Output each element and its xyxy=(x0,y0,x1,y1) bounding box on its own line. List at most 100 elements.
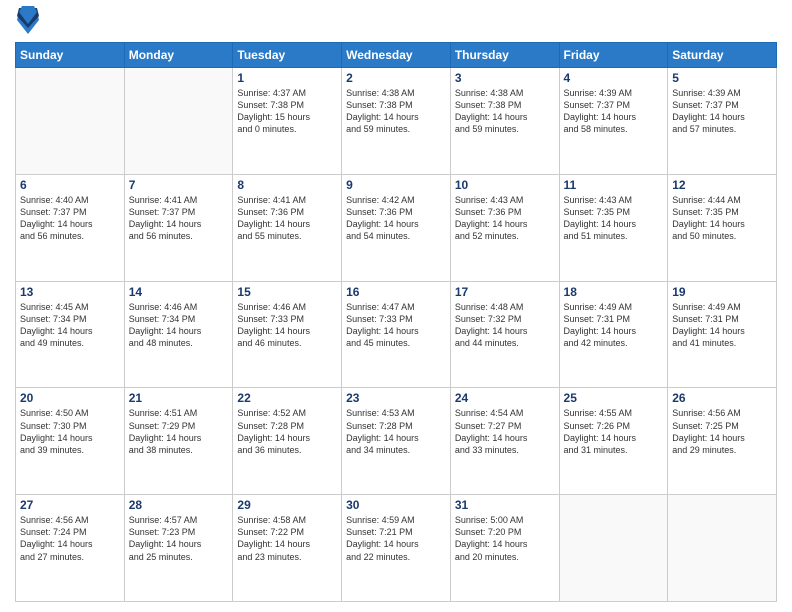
cell-text: Sunrise: 4:44 AM Sunset: 7:35 PM Dayligh… xyxy=(672,194,772,243)
week-row: 13 Sunrise: 4:45 AM Sunset: 7:34 PM Dayli… xyxy=(16,281,777,388)
calendar-cell: 25 Sunrise: 4:55 AM Sunset: 7:26 PM Dayli… xyxy=(559,388,668,495)
cell-text: Sunrise: 5:00 AM Sunset: 7:20 PM Dayligh… xyxy=(455,514,555,563)
cell-text: Sunrise: 4:45 AM Sunset: 7:34 PM Dayligh… xyxy=(20,301,120,350)
day-number: 16 xyxy=(346,285,446,299)
day-number: 12 xyxy=(672,178,772,192)
cell-text: Sunrise: 4:42 AM Sunset: 7:36 PM Dayligh… xyxy=(346,194,446,243)
weekday-header: Saturday xyxy=(668,43,777,68)
cell-text: Sunrise: 4:39 AM Sunset: 7:37 PM Dayligh… xyxy=(564,87,664,136)
day-number: 25 xyxy=(564,391,664,405)
cell-text: Sunrise: 4:58 AM Sunset: 7:22 PM Dayligh… xyxy=(237,514,337,563)
day-number: 15 xyxy=(237,285,337,299)
cell-text: Sunrise: 4:55 AM Sunset: 7:26 PM Dayligh… xyxy=(564,407,664,456)
day-number: 31 xyxy=(455,498,555,512)
day-number: 19 xyxy=(672,285,772,299)
cell-text: Sunrise: 4:48 AM Sunset: 7:32 PM Dayligh… xyxy=(455,301,555,350)
day-number: 30 xyxy=(346,498,446,512)
cell-text: Sunrise: 4:56 AM Sunset: 7:25 PM Dayligh… xyxy=(672,407,772,456)
calendar-cell: 18Sunrise: 4:49 AM Sunset: 7:31 PM Dayli… xyxy=(559,281,668,388)
calendar-cell: 24 Sunrise: 4:54 AM Sunset: 7:27 PM Dayli… xyxy=(450,388,559,495)
weekday-header: Wednesday xyxy=(342,43,451,68)
calendar-cell: 9 Sunrise: 4:42 AM Sunset: 7:36 PM Daylig… xyxy=(342,174,451,281)
cell-text: Sunrise: 4:41 AM Sunset: 7:36 PM Dayligh… xyxy=(237,194,337,243)
calendar-cell: 23 Sunrise: 4:53 AM Sunset: 7:28 PM Dayli… xyxy=(342,388,451,495)
day-number: 13 xyxy=(20,285,120,299)
day-number: 18 xyxy=(564,285,664,299)
calendar-cell: 19 Sunrise: 4:49 AM Sunset: 7:31 PM Dayli… xyxy=(668,281,777,388)
week-row: 6 Sunrise: 4:40 AM Sunset: 7:37 PM Daylig… xyxy=(16,174,777,281)
calendar-cell: 11Sunrise: 4:43 AM Sunset: 7:35 PM Dayli… xyxy=(559,174,668,281)
calendar-cell: 22Sunrise: 4:52 AM Sunset: 7:28 PM Dayli… xyxy=(233,388,342,495)
weekday-header: Tuesday xyxy=(233,43,342,68)
day-number: 4 xyxy=(564,71,664,85)
calendar-cell xyxy=(16,68,125,175)
calendar-cell: 27 Sunrise: 4:56 AM Sunset: 7:24 PM Dayli… xyxy=(16,495,125,602)
cell-text: Sunrise: 4:46 AM Sunset: 7:33 PM Dayligh… xyxy=(237,301,337,350)
cell-text: Sunrise: 4:54 AM Sunset: 7:27 PM Dayligh… xyxy=(455,407,555,456)
calendar-cell xyxy=(559,495,668,602)
calendar-cell: 13 Sunrise: 4:45 AM Sunset: 7:34 PM Dayli… xyxy=(16,281,125,388)
calendar-cell: 8Sunrise: 4:41 AM Sunset: 7:36 PM Daylig… xyxy=(233,174,342,281)
day-number: 23 xyxy=(346,391,446,405)
day-number: 26 xyxy=(672,391,772,405)
day-number: 2 xyxy=(346,71,446,85)
day-number: 24 xyxy=(455,391,555,405)
day-number: 21 xyxy=(129,391,229,405)
day-number: 17 xyxy=(455,285,555,299)
cell-text: Sunrise: 4:43 AM Sunset: 7:36 PM Dayligh… xyxy=(455,194,555,243)
cell-text: Sunrise: 4:56 AM Sunset: 7:24 PM Dayligh… xyxy=(20,514,120,563)
week-row: 20Sunrise: 4:50 AM Sunset: 7:30 PM Dayli… xyxy=(16,388,777,495)
day-number: 5 xyxy=(672,71,772,85)
calendar-cell: 3 Sunrise: 4:38 AM Sunset: 7:38 PM Daylig… xyxy=(450,68,559,175)
cell-text: Sunrise: 4:57 AM Sunset: 7:23 PM Dayligh… xyxy=(129,514,229,563)
calendar-cell: 12 Sunrise: 4:44 AM Sunset: 7:35 PM Dayli… xyxy=(668,174,777,281)
day-number: 29 xyxy=(237,498,337,512)
logo-icon xyxy=(17,6,39,34)
day-number: 10 xyxy=(455,178,555,192)
calendar-table: SundayMondayTuesdayWednesdayThursdayFrid… xyxy=(15,42,777,602)
cell-text: Sunrise: 4:50 AM Sunset: 7:30 PM Dayligh… xyxy=(20,407,120,456)
header xyxy=(15,10,777,34)
calendar-cell: 31 Sunrise: 5:00 AM Sunset: 7:20 PM Dayli… xyxy=(450,495,559,602)
calendar-cell: 7Sunrise: 4:41 AM Sunset: 7:37 PM Daylig… xyxy=(124,174,233,281)
calendar-cell xyxy=(124,68,233,175)
calendar-cell: 30 Sunrise: 4:59 AM Sunset: 7:21 PM Dayli… xyxy=(342,495,451,602)
calendar-cell xyxy=(668,495,777,602)
cell-text: Sunrise: 4:40 AM Sunset: 7:37 PM Dayligh… xyxy=(20,194,120,243)
calendar-cell: 29 Sunrise: 4:58 AM Sunset: 7:22 PM Dayli… xyxy=(233,495,342,602)
weekday-header: Monday xyxy=(124,43,233,68)
calendar-cell: 21 Sunrise: 4:51 AM Sunset: 7:29 PM Dayli… xyxy=(124,388,233,495)
calendar-cell: 14 Sunrise: 4:46 AM Sunset: 7:34 PM Dayli… xyxy=(124,281,233,388)
calendar-cell: 2 Sunrise: 4:38 AM Sunset: 7:38 PM Daylig… xyxy=(342,68,451,175)
weekday-header: Friday xyxy=(559,43,668,68)
cell-text: Sunrise: 4:39 AM Sunset: 7:37 PM Dayligh… xyxy=(672,87,772,136)
cell-text: Sunrise: 4:49 AM Sunset: 7:31 PM Dayligh… xyxy=(672,301,772,350)
calendar-cell: 28 Sunrise: 4:57 AM Sunset: 7:23 PM Dayli… xyxy=(124,495,233,602)
logo xyxy=(15,10,39,34)
day-number: 9 xyxy=(346,178,446,192)
calendar-cell: 10 Sunrise: 4:43 AM Sunset: 7:36 PM Dayli… xyxy=(450,174,559,281)
calendar-cell: 17 Sunrise: 4:48 AM Sunset: 7:32 PM Dayli… xyxy=(450,281,559,388)
day-number: 27 xyxy=(20,498,120,512)
week-row: 1 Sunrise: 4:37 AM Sunset: 7:38 PM Daylig… xyxy=(16,68,777,175)
weekday-header: Sunday xyxy=(16,43,125,68)
cell-text: Sunrise: 4:59 AM Sunset: 7:21 PM Dayligh… xyxy=(346,514,446,563)
day-number: 3 xyxy=(455,71,555,85)
calendar-cell: 1 Sunrise: 4:37 AM Sunset: 7:38 PM Daylig… xyxy=(233,68,342,175)
cell-text: Sunrise: 4:53 AM Sunset: 7:28 PM Dayligh… xyxy=(346,407,446,456)
calendar-cell: 6 Sunrise: 4:40 AM Sunset: 7:37 PM Daylig… xyxy=(16,174,125,281)
calendar-cell: 26 Sunrise: 4:56 AM Sunset: 7:25 PM Dayli… xyxy=(668,388,777,495)
calendar-cell: 4 Sunrise: 4:39 AM Sunset: 7:37 PM Daylig… xyxy=(559,68,668,175)
weekday-header: Thursday xyxy=(450,43,559,68)
cell-text: Sunrise: 4:38 AM Sunset: 7:38 PM Dayligh… xyxy=(346,87,446,136)
cell-text: Sunrise: 4:37 AM Sunset: 7:38 PM Dayligh… xyxy=(237,87,337,136)
day-number: 22 xyxy=(237,391,337,405)
day-number: 6 xyxy=(20,178,120,192)
day-number: 14 xyxy=(129,285,229,299)
cell-text: Sunrise: 4:41 AM Sunset: 7:37 PM Dayligh… xyxy=(129,194,229,243)
cell-text: Sunrise: 4:38 AM Sunset: 7:38 PM Dayligh… xyxy=(455,87,555,136)
day-number: 28 xyxy=(129,498,229,512)
cell-text: Sunrise: 4:46 AM Sunset: 7:34 PM Dayligh… xyxy=(129,301,229,350)
day-number: 1 xyxy=(237,71,337,85)
cell-text: Sunrise: 4:51 AM Sunset: 7:29 PM Dayligh… xyxy=(129,407,229,456)
